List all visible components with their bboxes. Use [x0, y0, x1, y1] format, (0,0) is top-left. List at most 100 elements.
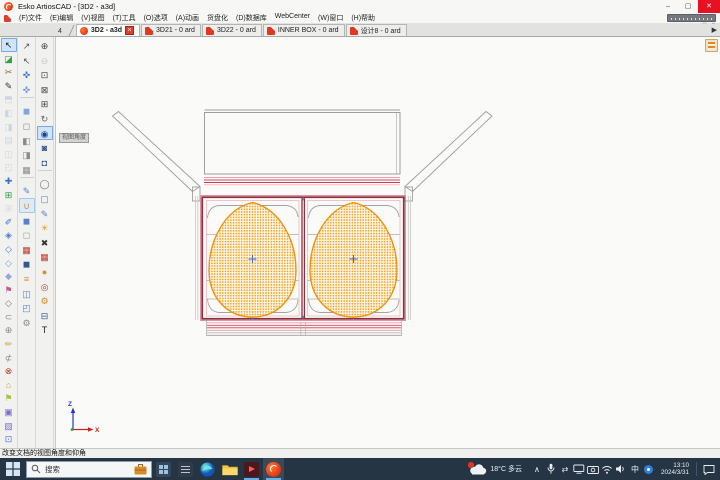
separator[interactable] [38, 170, 52, 175]
distribute-tool[interactable]: ◆ [1, 269, 17, 283]
close-button[interactable]: ✕ [698, 0, 720, 13]
network-wifi-icon[interactable] [600, 461, 614, 477]
menu-animation[interactable]: (A)动画 [172, 13, 203, 23]
fold-angle-tool[interactable]: ◪ [1, 52, 17, 66]
solid-op-tool-1[interactable]: ⬒ [1, 92, 17, 106]
select-point-tool[interactable]: ↖ [19, 53, 35, 68]
detach-tool[interactable]: ⊄ [1, 351, 17, 365]
move-point-tool[interactable]: ✜ [19, 82, 35, 97]
mesh-view-tool[interactable]: ▦ [19, 162, 35, 177]
separator[interactable] [20, 177, 34, 182]
taskbar-media-player[interactable] [241, 458, 262, 480]
sync-arrows-icon[interactable]: ⇄ [558, 461, 572, 477]
menu-edit[interactable]: (E)编辑 [46, 13, 77, 23]
text-plus-tool[interactable]: T [37, 322, 53, 337]
taskbar-app-dark[interactable] [175, 458, 196, 480]
view-angle-tool[interactable]: ◉ [37, 126, 53, 141]
red-wire-cube-tool[interactable]: ▦ [19, 242, 35, 257]
orange-ball-tool[interactable]: ● [37, 264, 53, 279]
layers-tool[interactable]: ≡ [19, 271, 35, 286]
outline-view-tool[interactable]: ◨ [19, 147, 35, 162]
menu-view[interactable]: (V)视图 [77, 13, 108, 23]
edit-3d-tool[interactable]: ✎ [37, 206, 53, 221]
solid-op-tool-2[interactable]: ◧ [1, 106, 17, 120]
print-3d-tool[interactable]: ⊟ [37, 308, 53, 323]
duplicate-part-tool[interactable]: ✚ [1, 174, 17, 188]
ring-tool[interactable]: ◯ [37, 176, 53, 191]
volume-icon[interactable] [614, 461, 628, 477]
edit-solid-tool[interactable]: ✎ [19, 183, 35, 198]
close-tab-icon[interactable]: × [125, 26, 134, 35]
tab-scroll-right-icon[interactable]: ▶ [712, 26, 720, 34]
zoom-in-tool[interactable]: ⊕ [37, 38, 53, 53]
solid-op-tool-6[interactable]: ◰ [1, 160, 17, 174]
camera-view-tool[interactable]: ◙ [37, 140, 53, 155]
tape-tool[interactable]: ✂ [1, 65, 17, 79]
export-flag-tool[interactable]: ⚑ [1, 391, 17, 405]
menu-palletization[interactable]: 货盘化 [203, 13, 232, 23]
zoom-out-tool[interactable]: ⊖ [37, 53, 53, 68]
menu-window[interactable]: (W)窗口 [314, 13, 347, 23]
attach-add-tool[interactable]: ⊕ [1, 323, 17, 337]
taskbar-edge[interactable] [197, 458, 218, 480]
select-tool[interactable]: ↖ [1, 38, 17, 52]
array-copy-tool[interactable]: ⊞ [1, 188, 17, 202]
weather-widget[interactable]: 18°C 多云 [468, 462, 522, 476]
white-cube-tool[interactable]: ◻ [19, 227, 35, 242]
wireframe-view-tool[interactable]: ◻ [19, 118, 35, 133]
gear-cubes-tool[interactable]: ⚙ [19, 315, 35, 330]
document-icon[interactable] [4, 15, 11, 22]
wire-box-tool-1[interactable]: ▣ [1, 405, 17, 419]
annotate-tool[interactable]: ✏ [1, 337, 17, 351]
target-tool[interactable]: ◎ [37, 279, 53, 294]
cubes-add-tool[interactable]: ◰ [19, 300, 35, 315]
side-panel-toggle-icon[interactable] [705, 39, 718, 52]
grid-tool[interactable]: ⊞ [1, 201, 17, 215]
solid-op-tool-5[interactable]: ◫ [1, 147, 17, 161]
chevron-up-icon[interactable]: ∧ [530, 461, 544, 477]
pan-tool[interactable]: ⊞ [37, 96, 53, 111]
attach-tool[interactable]: ⊂ [1, 310, 17, 324]
rotate-view-tool[interactable]: ↻ [37, 111, 53, 126]
microphone-icon[interactable] [544, 461, 558, 477]
tab-3d2-a3d[interactable]: 3D2 - a3d × [76, 24, 140, 36]
outline-diamond-tool[interactable]: ◇ [1, 296, 17, 310]
hidden-line-view-tool[interactable]: ◧ [19, 133, 35, 148]
delete-attachment-tool[interactable]: ⊗ [1, 364, 17, 378]
wire-box-tool-2[interactable]: ▨ [1, 419, 17, 433]
shaded-view-tool[interactable]: ◼ [19, 103, 35, 118]
drawing-canvas[interactable]: Z X 视图角度 [55, 37, 720, 448]
camera-icon[interactable] [586, 461, 600, 477]
minimize-button[interactable]: – [658, 0, 678, 13]
blue-cube-tool[interactable]: ◼ [19, 213, 35, 228]
snapshot-tool[interactable]: ◘ [37, 155, 53, 170]
red-cube-tool[interactable]: ▦ [37, 249, 53, 264]
gears-tool[interactable]: ⚙ [37, 293, 53, 308]
ime-language-indicator[interactable]: 中 [628, 461, 642, 477]
menu-options[interactable]: (O)选项 [140, 13, 172, 23]
tab-design8[interactable]: 设计8 - 0 ard × [346, 24, 407, 36]
menu-tools[interactable]: (T)工具 [109, 13, 140, 23]
taskbar-artioscad[interactable] [263, 458, 284, 480]
mark-tool[interactable]: ⚑ [1, 283, 17, 297]
menu-webcenter[interactable]: WebCenter [271, 13, 314, 23]
start-button[interactable] [0, 458, 26, 480]
menu-file[interactable]: (F)文件 [15, 13, 46, 23]
display-icon[interactable] [572, 461, 586, 477]
edit-outline-tool[interactable]: ✐ [1, 215, 17, 229]
menu-database[interactable]: (D)数据库 [232, 13, 271, 23]
clock[interactable]: 13:10 2024/3/31 [661, 462, 689, 477]
search-input[interactable]: 搜索 [26, 461, 152, 478]
separator[interactable] [20, 97, 34, 102]
zoom-window-tool[interactable]: ⊡ [37, 67, 53, 82]
dimension-tool[interactable]: ↗ [19, 38, 35, 53]
plane-tool[interactable]: ▢ [37, 191, 53, 206]
security-icon[interactable] [642, 461, 656, 477]
fold-insert-tool[interactable]: ∪ [19, 198, 35, 213]
menu-help[interactable]: (H)帮助 [347, 13, 379, 23]
monitor-output-tool[interactable]: ⊡ [1, 432, 17, 446]
rotate-part-tool[interactable]: ◈ [1, 228, 17, 242]
crease-tool[interactable]: ✎ [1, 79, 17, 93]
x-ray-tool[interactable]: ✖ [37, 235, 53, 250]
taskbar-file-explorer[interactable] [219, 458, 240, 480]
